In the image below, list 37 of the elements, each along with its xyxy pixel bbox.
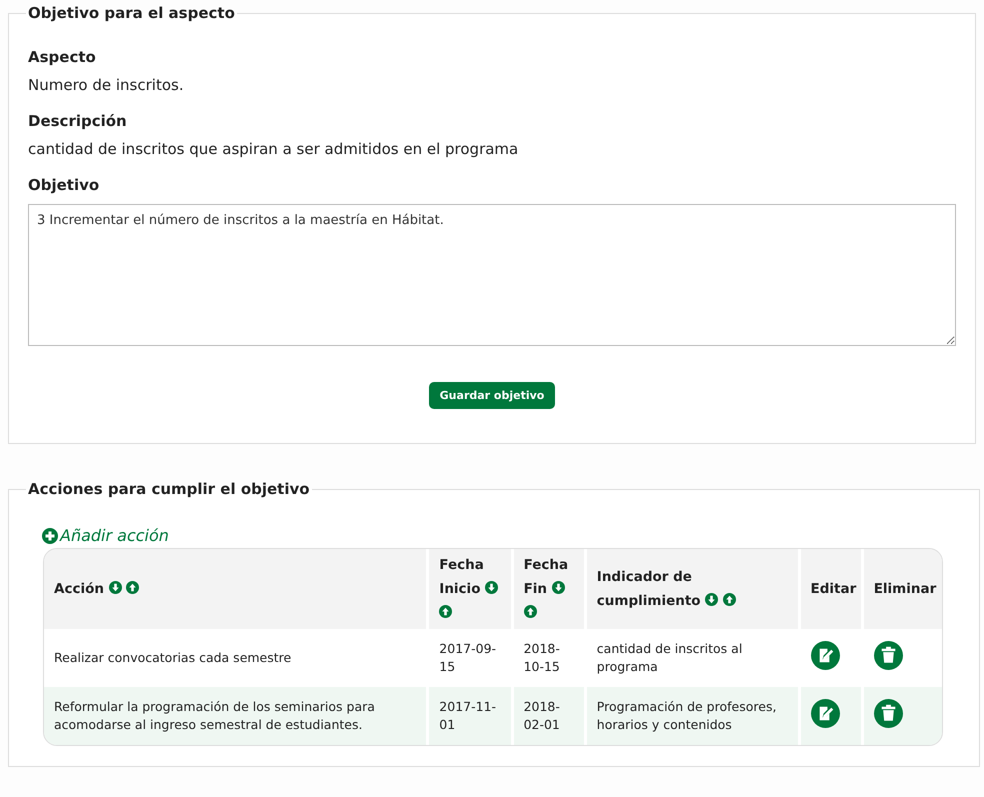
section-legend: Acciones para cumplir el objetivo [26, 480, 312, 498]
table-cell: Programación de profesores, horarios y contenidos [586, 686, 798, 744]
table-cell: 2018-02-01 [514, 686, 584, 744]
edit-icon[interactable] [810, 640, 840, 670]
field-value: Numero de inscritos. [28, 76, 185, 94]
field-value: cantidad de inscritos que aspiran a ser admitidos en el programa [28, 140, 520, 158]
table-cell-text: Realizar convocatorias cada semestre [53, 648, 292, 666]
sort-up-icon[interactable] [126, 580, 140, 594]
sort-up-icon[interactable] [439, 604, 452, 618]
column-header: Acción [44, 548, 426, 628]
table-cell-text: 2018-10-15 [522, 640, 561, 676]
objective-field[interactable]: 3 Incrementar el número de inscritos a la maestría en Hábitat. [28, 204, 956, 346]
save-button[interactable]: Guardar objetivo [428, 382, 556, 409]
sort-down-icon[interactable] [108, 580, 122, 594]
sort-down-icon[interactable] [485, 580, 498, 594]
field-label: Objetivo [28, 176, 100, 194]
section-legend: Objetivo para el aspecto [26, 4, 237, 22]
trash-icon[interactable] [874, 640, 903, 670]
sort-down-icon[interactable] [552, 580, 565, 594]
column-header: Indicador de cumplimiento [586, 548, 798, 628]
sort-down-icon[interactable] [705, 592, 718, 606]
plus-icon [42, 528, 58, 544]
column-header: Fecha Inicio [429, 548, 511, 628]
table-cell-text: 2017-09-15 [438, 640, 498, 676]
table-cell-text: cantidad de inscritos al programa [596, 640, 744, 676]
add-action-link[interactable]: Añadir acción [42, 526, 169, 545]
table-cell: Reformular la programación de los seminarios para acomodarse al ingreso semestral de estudiantes. [44, 686, 426, 744]
field-label: Descripción [28, 112, 128, 130]
field-label: Aspecto [28, 48, 97, 66]
trash-icon[interactable] [874, 698, 903, 728]
column-header: Editar [800, 548, 861, 628]
table-cell: 2017-11-01 [429, 686, 511, 744]
column-header: Eliminar [864, 548, 942, 628]
column-header: Fecha Fin [514, 548, 584, 628]
sort-up-icon[interactable] [524, 604, 537, 618]
edit-icon[interactable] [810, 698, 840, 728]
sort-up-icon[interactable] [723, 592, 736, 606]
